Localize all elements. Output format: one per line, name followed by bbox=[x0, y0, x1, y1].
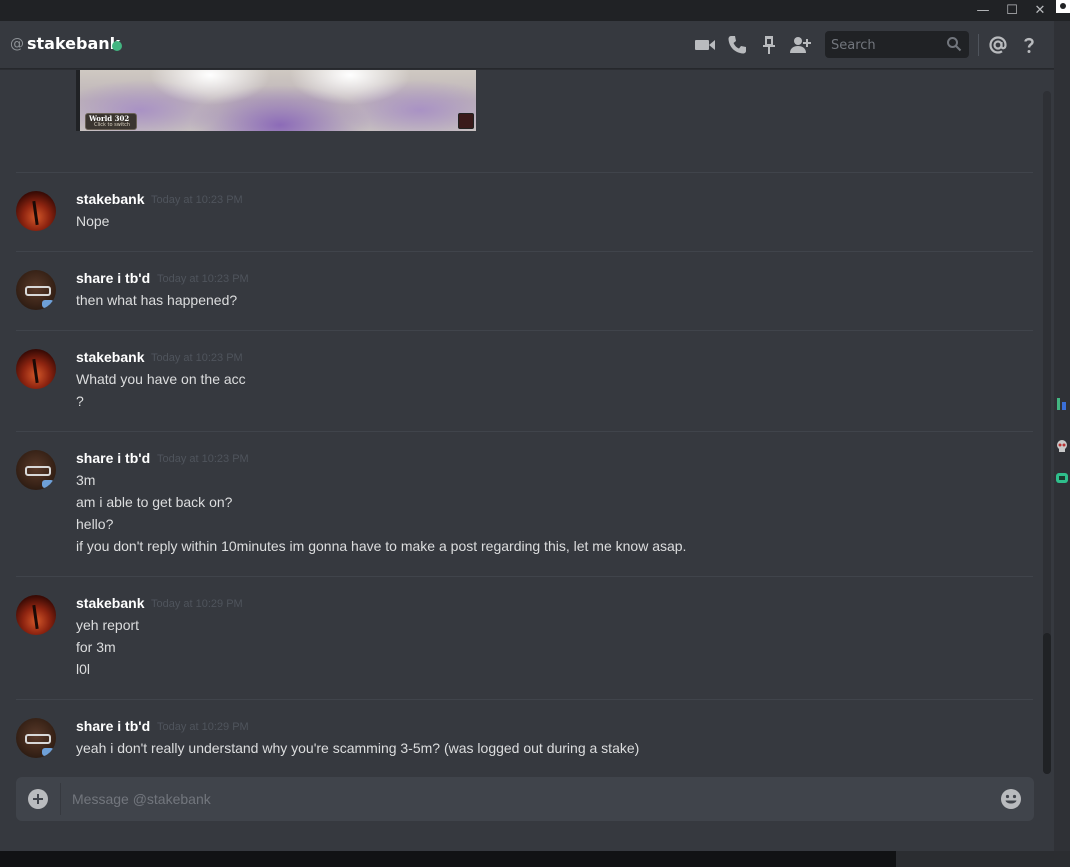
world-switcher-badge: World 302 Click to switch bbox=[85, 113, 137, 130]
maximize-button[interactable]: ☐ bbox=[997, 0, 1027, 21]
message-text: for 3m bbox=[76, 639, 116, 655]
screenshot-icon[interactable] bbox=[1056, 0, 1070, 13]
channel-header: @ stakebank bbox=[0, 21, 1054, 69]
emblem-icon bbox=[458, 113, 474, 129]
avatar[interactable] bbox=[16, 270, 56, 310]
author-name[interactable]: share i tb'd bbox=[76, 270, 150, 286]
online-status-indicator bbox=[112, 41, 122, 51]
help-icon[interactable] bbox=[1017, 33, 1041, 57]
message-text: am i able to get back on? bbox=[76, 494, 233, 510]
message-text: hello? bbox=[76, 516, 114, 532]
author-name[interactable]: share i tb'd bbox=[76, 450, 150, 466]
game-icon bbox=[1055, 470, 1069, 484]
author-name[interactable]: stakebank bbox=[76, 595, 144, 611]
message-timestamp: Today at 10:29 PM bbox=[151, 598, 243, 610]
avatar[interactable] bbox=[16, 349, 56, 389]
mention-icon[interactable] bbox=[986, 33, 1010, 57]
attached-image[interactable]: World 302 Click to switch bbox=[76, 70, 476, 131]
taskbar-right-segment bbox=[896, 851, 1070, 867]
search-input[interactable] bbox=[831, 36, 941, 54]
dm-channel: @ stakebank W bbox=[0, 21, 1054, 851]
avatar[interactable] bbox=[16, 718, 56, 758]
message-text: yeah i don't really understand why you'r… bbox=[76, 740, 640, 756]
avatar[interactable] bbox=[16, 450, 56, 490]
message-divider bbox=[16, 251, 1033, 252]
search-box[interactable] bbox=[825, 31, 969, 58]
taskbar-strip bbox=[0, 851, 1070, 867]
message-text: l0l bbox=[76, 661, 91, 677]
message-text: if you don't reply within 10minutes im g… bbox=[76, 538, 687, 554]
avatar[interactable] bbox=[16, 595, 56, 635]
close-window-button[interactable]: ✕ bbox=[1025, 0, 1055, 21]
scrollbar-thumb[interactable] bbox=[1043, 633, 1051, 774]
member-bar-icon bbox=[1055, 395, 1069, 410]
channel-name: stakebank bbox=[27, 34, 121, 53]
video-call-icon[interactable] bbox=[693, 33, 717, 57]
message-timestamp: Today at 10:23 PM bbox=[157, 273, 249, 285]
composer-divider bbox=[60, 783, 61, 815]
message-text: ? bbox=[76, 393, 84, 409]
author-name[interactable]: stakebank bbox=[76, 191, 144, 207]
message-divider bbox=[16, 699, 1033, 700]
message-timestamp: Today at 10:23 PM bbox=[157, 453, 249, 465]
search-icon[interactable] bbox=[946, 36, 962, 52]
skull-icon bbox=[1055, 438, 1069, 452]
minimize-button[interactable]: — bbox=[968, 0, 998, 21]
author-name[interactable]: share i tb'd bbox=[76, 718, 150, 734]
at-symbol: @ bbox=[10, 36, 24, 52]
message-timestamp: Today at 10:23 PM bbox=[151, 194, 243, 206]
pin-icon[interactable] bbox=[757, 33, 781, 57]
author-name[interactable]: stakebank bbox=[76, 349, 144, 365]
upload-plus-icon[interactable] bbox=[28, 789, 48, 809]
window-titlebar: — ☐ ✕ bbox=[0, 0, 1070, 21]
message-text: Nope bbox=[76, 213, 110, 229]
message-text: yeh report bbox=[76, 617, 140, 633]
voice-call-icon[interactable] bbox=[725, 33, 749, 57]
message-timestamp: Today at 10:29 PM bbox=[157, 721, 249, 733]
message-divider bbox=[16, 431, 1033, 432]
message-divider bbox=[16, 576, 1033, 577]
message-composer bbox=[16, 777, 1034, 821]
message-input[interactable] bbox=[72, 789, 972, 809]
header-divider bbox=[978, 34, 979, 56]
message-text: 3m bbox=[76, 472, 96, 488]
message-divider bbox=[16, 172, 1033, 173]
message-timestamp: Today at 10:23 PM bbox=[151, 352, 243, 364]
emoji-icon[interactable] bbox=[1000, 788, 1022, 810]
message-text: then what has happened? bbox=[76, 292, 238, 308]
add-friend-icon[interactable] bbox=[788, 33, 812, 57]
message-text: Whatd you have on the acc bbox=[76, 371, 246, 387]
avatar[interactable] bbox=[16, 191, 56, 231]
world-subtitle: Click to switch bbox=[94, 122, 131, 128]
message-list[interactable]: World 302 Click to switch stakebank Toda… bbox=[0, 70, 1054, 775]
message-divider bbox=[16, 330, 1033, 331]
